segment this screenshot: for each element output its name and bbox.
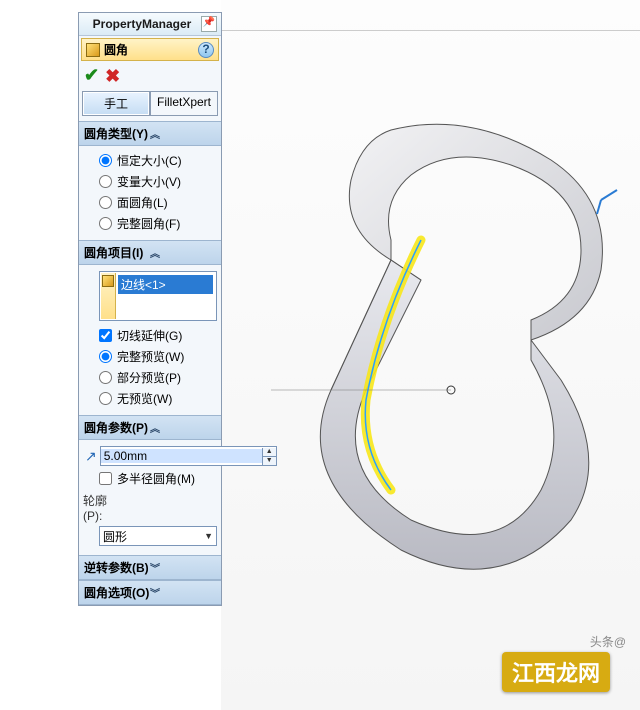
- pm-titlebar: PropertyManager 📌: [79, 13, 221, 36]
- radio-no-preview[interactable]: 无预览(W): [81, 388, 219, 409]
- section-params-header[interactable]: 圆角参数(P) ︽: [79, 415, 221, 440]
- radius-input[interactable]: ▲ ▼: [100, 446, 277, 466]
- spin-up-button[interactable]: ▲: [262, 448, 276, 457]
- selection-item[interactable]: 边线<1>: [118, 275, 213, 294]
- feature-title: 圆角: [104, 41, 198, 58]
- spin-down-button[interactable]: ▼: [262, 457, 276, 465]
- profile-select[interactable]: 圆形▼: [99, 526, 217, 546]
- cancel-button[interactable]: ✖: [105, 69, 120, 83]
- mode-filletxpert-tab[interactable]: FilletXpert: [150, 91, 218, 116]
- chevron-down-icon: ︾: [150, 560, 216, 575]
- check-tangent-prop[interactable]: 切线延伸(G): [81, 325, 219, 346]
- profile-label: 轮廓(P):: [83, 492, 113, 523]
- radio-partial-preview[interactable]: 部分预览(P): [81, 367, 219, 388]
- help-icon[interactable]: ?: [198, 42, 214, 58]
- radio-full-round[interactable]: 完整圆角(F): [81, 213, 219, 234]
- feature-titlebar: 圆角 ?: [81, 38, 219, 61]
- radio-full-preview[interactable]: 完整预览(W): [81, 346, 219, 367]
- credit-text: 头条@: [590, 633, 626, 650]
- mode-manual-tab[interactable]: 手工: [82, 91, 150, 116]
- fillet-icon: [86, 43, 100, 57]
- chevron-up-icon: ︽: [150, 126, 216, 141]
- chevron-up-icon: ︽: [150, 245, 216, 260]
- watermark: 江西龙网: [502, 652, 610, 692]
- section-items-header[interactable]: 圆角项目(I) ︽: [79, 240, 221, 265]
- section-options-header[interactable]: 圆角选项(O) ︾: [79, 580, 221, 605]
- section-setback-header[interactable]: 逆转参数(B) ︾: [79, 555, 221, 580]
- property-manager-panel: PropertyManager 📌 圆角 ? ✔ ✖ 手工 FilletXper…: [78, 12, 222, 606]
- chevron-down-icon: ▼: [204, 531, 213, 541]
- selection-filter-icon: [101, 273, 116, 319]
- selection-list[interactable]: 边线<1>: [99, 271, 217, 321]
- ok-button[interactable]: ✔: [84, 65, 99, 86]
- radius-icon: ↗: [85, 448, 97, 464]
- chevron-up-icon: ︽: [150, 420, 216, 435]
- radio-face-fillet[interactable]: 面圆角(L): [81, 192, 219, 213]
- check-multi-radius[interactable]: 多半径圆角(M): [81, 468, 219, 489]
- pin-icon[interactable]: 📌: [201, 16, 217, 32]
- chevron-down-icon: ︾: [150, 585, 216, 600]
- section-fillet-type-header[interactable]: 圆角类型(Y) ︽: [79, 121, 221, 146]
- pm-title-text: PropertyManager: [83, 17, 201, 31]
- radio-constant-size[interactable]: 恒定大小(C): [81, 150, 219, 171]
- radio-variable-size[interactable]: 变量大小(V): [81, 171, 219, 192]
- model-view[interactable]: [271, 120, 621, 590]
